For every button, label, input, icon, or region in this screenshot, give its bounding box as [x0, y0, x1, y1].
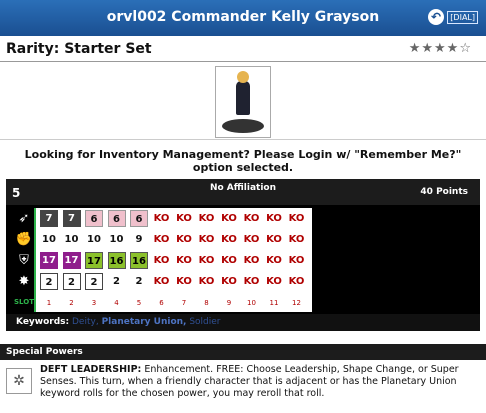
- star-burst-icon: ✲: [6, 368, 32, 394]
- dial-cell: KO: [266, 234, 282, 245]
- slot-number: 9: [226, 299, 232, 307]
- dial-cell: KO: [243, 234, 260, 245]
- special-power-text: DEFT LEADERSHIP: Enhancement. FREE: Choo…: [40, 364, 480, 400]
- dial-cell: KO: [288, 255, 305, 266]
- divider: [0, 139, 486, 140]
- dial-cell: 2: [107, 273, 126, 290]
- dial-cell: KO: [288, 276, 305, 287]
- slot-number: 3: [91, 299, 97, 307]
- dial-cell: KO: [266, 255, 282, 266]
- dial-cell: KO: [221, 276, 237, 287]
- dial-cell: KO: [153, 276, 170, 287]
- rarity-label: Rarity: Starter Set: [6, 41, 152, 57]
- damage-icon: ✸: [18, 274, 30, 289]
- dial-cell: KO: [176, 213, 192, 224]
- stat-card: 5 No Affiliation 40 Points ➶ ✊ ⛨ ✸ SLOT …: [6, 179, 480, 331]
- slot-number: 7: [181, 299, 187, 307]
- dial-cell: 2: [62, 273, 81, 290]
- dial-cell: 10: [85, 231, 103, 248]
- divider: [0, 61, 486, 62]
- keyword-planetary-union[interactable]: Planetary Union,: [102, 317, 187, 327]
- title-bar: orvl002 Commander Kelly Grayson ↶ [DIAL]: [0, 0, 486, 36]
- affiliation-label: No Affiliation: [209, 183, 277, 193]
- special-powers-header: Special Powers: [0, 344, 486, 360]
- defense-icon: ⛨: [19, 253, 29, 268]
- dial-cell: KO: [221, 213, 237, 224]
- keyword-soldier[interactable]: Soldier: [189, 317, 220, 327]
- star-rating: ★★★★☆: [408, 41, 472, 56]
- keywords-label: Keywords:: [16, 317, 70, 327]
- dial-cell: 6: [130, 210, 148, 227]
- dial-cell: 2: [40, 273, 58, 290]
- slot-label: SLOT: [14, 298, 34, 306]
- dial-cell: KO: [198, 234, 215, 245]
- dial-cell: 2: [130, 273, 148, 290]
- speed-icon: ➶: [18, 211, 30, 226]
- dial-cell: 10: [62, 231, 81, 248]
- dial-cell: KO: [288, 234, 305, 245]
- dial-cell: KO: [288, 213, 305, 224]
- dial-cell: KO: [221, 255, 237, 266]
- combat-dial: 7 7 6 6 6 KO KO KO KO KO KO KO 10 10 10 10 9 KO KO KO KO KO KO…: [34, 208, 312, 312]
- slot-number: 1: [46, 299, 52, 307]
- slot-number: 5: [136, 299, 142, 307]
- dial-cell: KO: [176, 234, 192, 245]
- slot-number: 2: [69, 299, 74, 307]
- login-notice: Looking for Inventory Management? Please…: [24, 148, 462, 174]
- slot-number: 4: [114, 299, 119, 307]
- dial-cell: KO: [243, 276, 260, 287]
- rotate-back-icon[interactable]: ↶: [428, 9, 444, 25]
- page-title: orvl002 Commander Kelly Grayson: [106, 9, 380, 25]
- dial-cell: KO: [176, 255, 192, 266]
- dial-cell: KO: [198, 213, 215, 224]
- dial-cell: KO: [153, 255, 170, 266]
- dial-link[interactable]: [DIAL]: [447, 11, 478, 24]
- card-header: 5 No Affiliation 40 Points: [6, 179, 480, 205]
- dial-cell: 6: [85, 210, 103, 227]
- dial-cell: KO: [221, 234, 237, 245]
- dial-cell: 7: [62, 210, 81, 227]
- dial-cell: KO: [176, 276, 192, 287]
- dial-cell: KO: [198, 276, 215, 287]
- dial-cell: KO: [198, 255, 215, 266]
- attack-icon: ✊: [15, 232, 33, 247]
- dial-cell: KO: [266, 213, 282, 224]
- dial-cell: 2: [85, 273, 103, 290]
- slot-number: 10: [247, 299, 256, 307]
- dial-cell: KO: [153, 234, 170, 245]
- dial-cell: KO: [153, 213, 170, 224]
- dial-cell: 10: [40, 231, 58, 248]
- slot-number: 8: [204, 299, 209, 307]
- dial-cell: KO: [266, 276, 282, 287]
- keywords-bar: Keywords: Deity, Planetary Union, Soldie…: [6, 314, 480, 331]
- dial-cell: 16: [130, 252, 148, 269]
- dial-cell: 17: [62, 252, 81, 269]
- dial-cell: 10: [107, 231, 126, 248]
- dial-cell: 17: [85, 252, 103, 269]
- slot-number: 6: [159, 299, 164, 307]
- dial-cell: 6: [107, 210, 126, 227]
- stat-icons: ➶ ✊ ⛨ ✸ SLOT: [12, 208, 36, 313]
- dial-cell: 16: [107, 252, 126, 269]
- dial-cell: KO: [243, 213, 260, 224]
- slot-number: 11: [269, 299, 279, 307]
- dial-cell: 9: [130, 231, 148, 248]
- keyword-deity[interactable]: Deity,: [72, 317, 99, 327]
- slot-number: 12: [292, 299, 301, 307]
- figure-image[interactable]: [215, 66, 271, 138]
- points-label: 40 Points: [420, 187, 468, 197]
- power-name: DEFT LEADERSHIP:: [40, 364, 142, 375]
- dial-cell: 17: [40, 252, 58, 269]
- dial-cell: 7: [40, 210, 58, 227]
- dial-cell: KO: [243, 255, 260, 266]
